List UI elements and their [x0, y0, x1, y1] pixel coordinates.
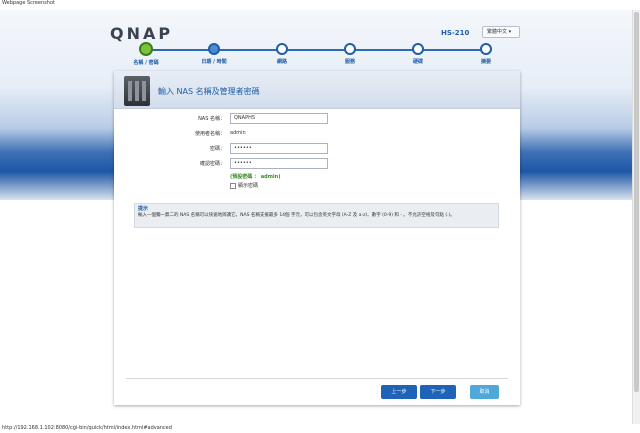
- show-password-option[interactable]: 顯示密碼: [230, 182, 258, 189]
- show-password-label: 顯示密碼: [238, 183, 259, 189]
- step-dot-icon: [344, 43, 356, 55]
- step-label: 服務: [344, 59, 355, 65]
- tip-box: 提示 輸入一個獨一無二的 NAS 名稱可以快速地辨識它。NAS 名稱支援最多 1…: [134, 203, 499, 228]
- step-network: 網路: [252, 42, 312, 65]
- footer-divider: [126, 378, 508, 379]
- wizard-stepper: 名稱 / 密碼 日期 / 時間 網路 服務 硬碟 摘要: [124, 42, 504, 70]
- page-caption: Webpage Screenshot: [2, 0, 55, 6]
- step-date-time: 日期 / 時間: [184, 42, 244, 65]
- scroll-thumb[interactable]: [634, 12, 639, 392]
- header: QNAP HS-210 繁體中文 ▾: [0, 10, 632, 43]
- step-dot-icon: [276, 43, 288, 55]
- username-label: 使用者名稱：: [194, 131, 225, 137]
- default-password-hint: (預設密碼 ： admin): [230, 174, 281, 180]
- confirm-password-input[interactable]: ••••••: [230, 158, 328, 169]
- step-label: 網路: [276, 59, 287, 65]
- password-row: 密碼： ••••••: [0, 143, 640, 155]
- nas-name-input[interactable]: QNAPHS: [230, 113, 328, 124]
- nas-name-label: NAS 名稱：: [198, 116, 225, 122]
- password-label: 密碼：: [209, 146, 225, 152]
- scrollbar[interactable]: [632, 10, 640, 424]
- previous-button[interactable]: 上一步: [381, 385, 417, 399]
- tip-text: 輸入一個獨一無二的 NAS 名稱可以快速地辨識它。NAS 名稱支援最多 14個 …: [138, 213, 455, 218]
- show-password-checkbox[interactable]: [230, 182, 236, 189]
- panel-title: 輸入 NAS 名稱及管理者密碼: [158, 87, 260, 96]
- nas-name-row: NAS 名稱： QNAPHS: [0, 113, 640, 125]
- cancel-button[interactable]: 取消: [470, 385, 499, 399]
- step-disks: 硬碟: [388, 42, 448, 65]
- step-label: 名稱 / 密碼: [133, 60, 159, 66]
- tip-title: 提示: [138, 206, 149, 212]
- step-services: 服務: [320, 42, 380, 65]
- step-summary: 摘要: [456, 42, 516, 65]
- step-name-password: 名稱 / 密碼: [116, 42, 176, 66]
- step-dot-icon: [480, 43, 492, 55]
- step-label: 日期 / 時間: [201, 59, 227, 65]
- panel-header: 輸入 NAS 名稱及管理者密碼: [114, 71, 520, 109]
- step-dot-icon: [208, 43, 220, 55]
- username-row: 使用者名稱： admin: [0, 128, 640, 140]
- step-label: 摘要: [480, 59, 491, 65]
- next-button[interactable]: 下一步: [420, 385, 456, 399]
- status-bar: http://192.168.1.102:8080/cgi-bin/quick/…: [0, 424, 640, 433]
- username-value: admin: [230, 130, 246, 136]
- step-label: 硬碟: [412, 59, 423, 65]
- model-name: HS-210: [441, 29, 470, 37]
- language-select[interactable]: 繁體中文 ▾: [482, 26, 520, 38]
- qnap-logo: QNAP: [110, 24, 174, 43]
- confirm-password-row: 確認密碼： ••••••: [0, 158, 640, 170]
- password-input[interactable]: ••••••: [230, 143, 328, 154]
- step-dot-icon: [139, 42, 153, 56]
- confirm-password-label: 確認密碼：: [199, 161, 225, 167]
- step-dot-icon: [412, 43, 424, 55]
- nas-device-icon: [124, 76, 150, 106]
